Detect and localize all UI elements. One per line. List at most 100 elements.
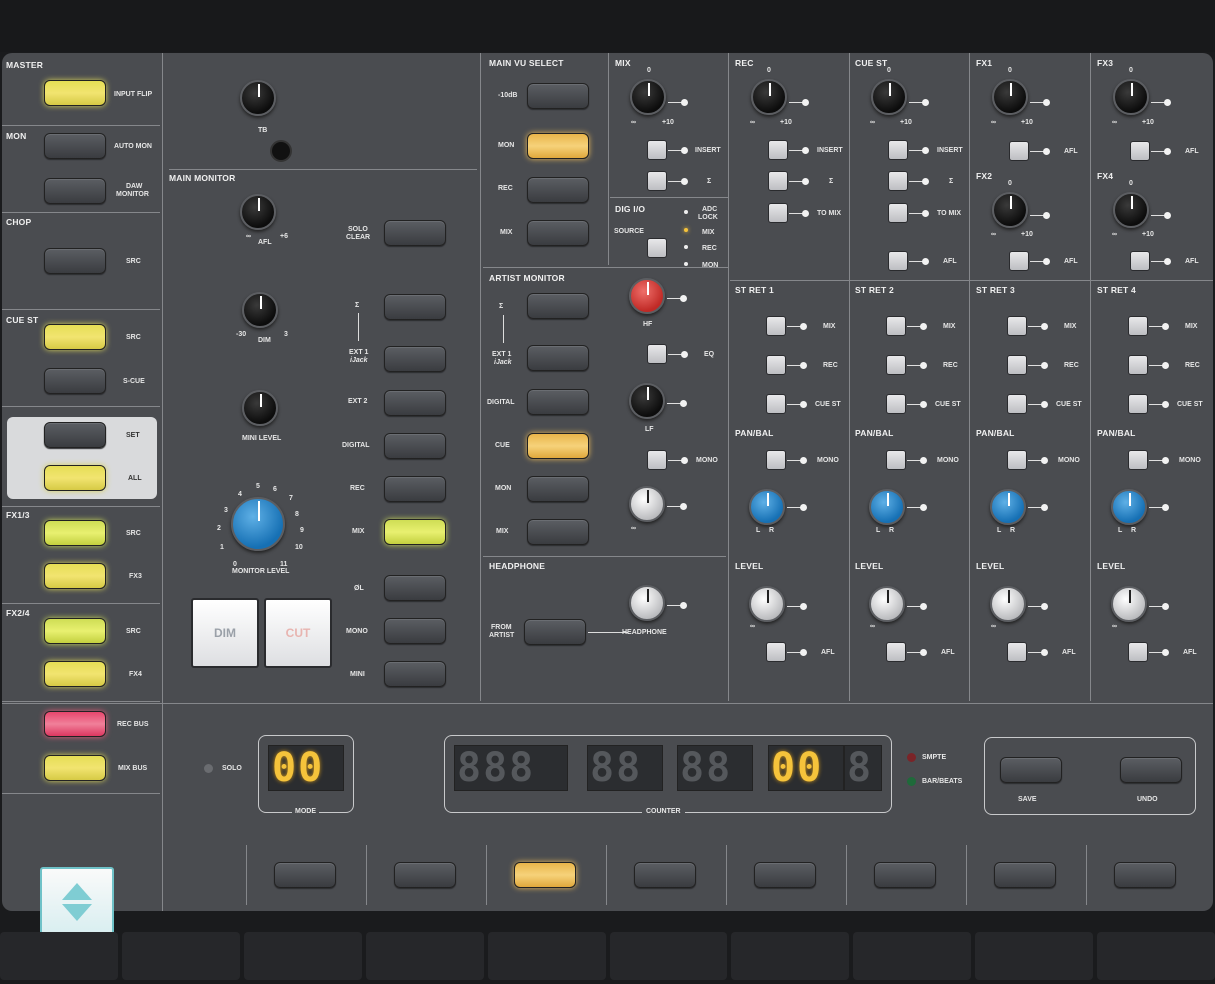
eq-button[interactable] — [647, 344, 667, 364]
insert-button[interactable] — [768, 140, 788, 160]
mix-bus-button[interactable] — [44, 755, 106, 781]
from-artist-button[interactable] — [524, 619, 586, 645]
ret-cue_st-button[interactable] — [1007, 394, 1027, 414]
am-mix-button[interactable] — [527, 519, 589, 545]
fx3-button[interactable] — [44, 563, 106, 589]
am-digital-button[interactable] — [527, 389, 589, 415]
fx13-src-button[interactable] — [44, 520, 106, 546]
level-afl-button[interactable] — [766, 642, 786, 662]
mm-mix-button[interactable] — [384, 519, 446, 545]
mix-insert-button[interactable] — [647, 140, 667, 160]
send-knob[interactable] — [751, 79, 787, 115]
save-button[interactable] — [1000, 757, 1062, 783]
dim-knob[interactable] — [242, 292, 278, 328]
sub-send-knob[interactable] — [992, 192, 1028, 228]
chop-src-button[interactable] — [44, 248, 106, 274]
insert-button[interactable] — [888, 140, 908, 160]
ret-rec-button[interactable] — [886, 355, 906, 375]
soft-key-4[interactable] — [634, 862, 696, 888]
auto-mon-button[interactable] — [44, 133, 106, 159]
ret-rec-button[interactable] — [1007, 355, 1027, 375]
cue-st-src-button[interactable] — [44, 324, 106, 350]
ret-rec-button[interactable] — [1128, 355, 1148, 375]
soft-key-2[interactable] — [394, 862, 456, 888]
pan-knob[interactable] — [869, 489, 905, 525]
undo-button[interactable] — [1120, 757, 1182, 783]
mm-ext1-button[interactable] — [384, 346, 446, 372]
afl2-button[interactable] — [1009, 251, 1029, 271]
sub-send-knob[interactable] — [1113, 192, 1149, 228]
soft-key-6[interactable] — [874, 862, 936, 888]
mm-mini-button[interactable] — [384, 661, 446, 687]
solo-clear-button[interactable] — [384, 220, 446, 246]
sigma-button[interactable] — [888, 171, 908, 191]
level-knob[interactable] — [990, 586, 1026, 622]
am-sigma-button[interactable] — [527, 293, 589, 319]
afl2-button[interactable] — [1130, 251, 1150, 271]
ret-mix-button[interactable] — [1128, 316, 1148, 336]
ret-mix-button[interactable] — [886, 316, 906, 336]
pan-knob[interactable] — [990, 489, 1026, 525]
am-ext1-button[interactable] — [527, 345, 589, 371]
vu-rec-button[interactable] — [527, 177, 589, 203]
afl-button[interactable] — [888, 251, 908, 271]
soft-key-5[interactable] — [754, 862, 816, 888]
mini-level-knob[interactable] — [242, 390, 278, 426]
level-knob[interactable] — [869, 586, 905, 622]
artist-level-knob[interactable] — [629, 486, 665, 522]
hf-knob[interactable] — [629, 278, 665, 314]
vu-m10db-button[interactable] — [527, 83, 589, 109]
mono-button[interactable] — [886, 450, 906, 470]
dim-button[interactable]: DIM — [191, 598, 259, 668]
ret-mix-button[interactable] — [1007, 316, 1027, 336]
mm-ol-button[interactable] — [384, 575, 446, 601]
all-button[interactable] — [44, 465, 106, 491]
level-knob[interactable] — [749, 586, 785, 622]
to-mix-button[interactable] — [768, 203, 788, 223]
mm-ext2-button[interactable] — [384, 390, 446, 416]
soft-key-8[interactable] — [1114, 862, 1176, 888]
daw-monitor-button[interactable] — [44, 178, 106, 204]
ret-cue_st-button[interactable] — [1128, 394, 1148, 414]
ret-mix-button[interactable] — [766, 316, 786, 336]
soft-key-3[interactable] — [514, 862, 576, 888]
cut-button[interactable]: CUT — [264, 598, 332, 668]
am-cue-button[interactable] — [527, 433, 589, 459]
set-button[interactable] — [44, 422, 106, 448]
tb-knob[interactable] — [240, 80, 276, 116]
mono-button[interactable] — [766, 450, 786, 470]
to-mix-button[interactable] — [888, 203, 908, 223]
lf-knob[interactable] — [629, 383, 665, 419]
mm-rec-button[interactable] — [384, 476, 446, 502]
am-mon-button[interactable] — [527, 476, 589, 502]
send-knob[interactable] — [992, 79, 1028, 115]
afl-button[interactable] — [1009, 141, 1029, 161]
send-knob[interactable] — [871, 79, 907, 115]
ret-cue_st-button[interactable] — [886, 394, 906, 414]
headphone-knob[interactable] — [629, 585, 665, 621]
soft-key-1[interactable] — [274, 862, 336, 888]
mm-mono-button[interactable] — [384, 618, 446, 644]
am-mono-button[interactable] — [647, 450, 667, 470]
soft-key-7[interactable] — [994, 862, 1056, 888]
send-knob[interactable] — [1113, 79, 1149, 115]
mono-button[interactable] — [1128, 450, 1148, 470]
fx24-src-button[interactable] — [44, 618, 106, 644]
ret-cue_st-button[interactable] — [766, 394, 786, 414]
ret-rec-button[interactable] — [766, 355, 786, 375]
pan-knob[interactable] — [749, 489, 785, 525]
fx4-button[interactable] — [44, 661, 106, 687]
level-afl-button[interactable] — [1128, 642, 1148, 662]
monitor-level-knob[interactable] — [231, 497, 285, 551]
pan-knob[interactable] — [1111, 489, 1147, 525]
rec-bus-button[interactable] — [44, 711, 106, 737]
mono-button[interactable] — [1007, 450, 1027, 470]
vu-mon-button[interactable] — [527, 133, 589, 159]
afl-knob[interactable] — [240, 194, 276, 230]
mm-sigma-button[interactable] — [384, 294, 446, 320]
level-afl-button[interactable] — [1007, 642, 1027, 662]
input-flip-button[interactable] — [44, 80, 106, 106]
mm-digital-button[interactable] — [384, 433, 446, 459]
dig-source-button[interactable] — [647, 238, 667, 258]
mix-sigma-button[interactable] — [647, 171, 667, 191]
